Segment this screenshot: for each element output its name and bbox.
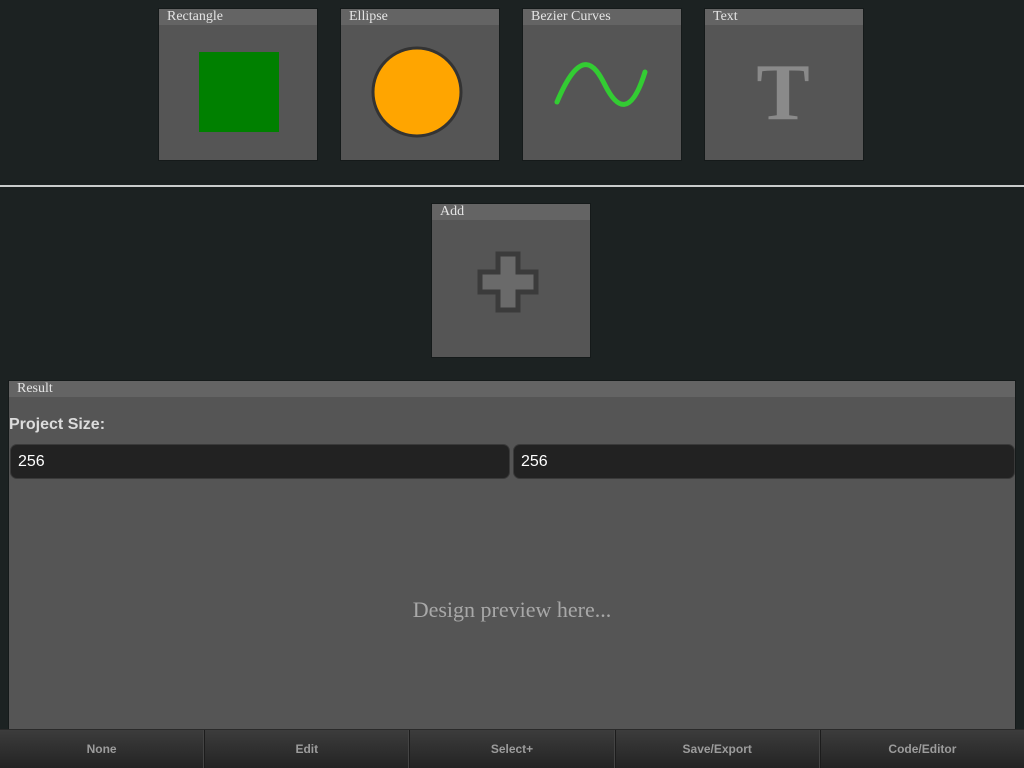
text-tool-label: Text	[705, 9, 863, 25]
text-tool[interactable]: Text T	[704, 8, 864, 161]
rectangle-icon	[199, 52, 279, 132]
result-panel: Result Project Size: Design preview here…	[8, 380, 1016, 730]
text-icon: T	[756, 49, 809, 137]
text-glyph: T	[756, 49, 809, 137]
bezier-tool-label: Bezier Curves	[523, 9, 681, 25]
ellipse-icon	[371, 46, 463, 138]
ellipse-tool-label: Ellipse	[341, 9, 499, 25]
design-preview-placeholder: Design preview here...	[412, 597, 612, 622]
bezier-tool-preview	[523, 25, 681, 160]
rectangle-shape	[199, 52, 279, 132]
bezier-curve-icon	[554, 62, 648, 107]
add-button[interactable]: Add	[431, 203, 591, 358]
rectangle-tool-preview	[159, 25, 317, 160]
ellipse-shape	[371, 46, 463, 138]
text-tool-preview: T	[705, 25, 863, 160]
code-editor-button[interactable]: Code/Editor	[819, 730, 1024, 768]
project-height-input[interactable]	[513, 444, 1015, 479]
app-root: Rectangle Ellipse Bezier Curves Text T A…	[0, 0, 1024, 768]
ellipse-tool-preview	[341, 25, 499, 160]
add-button-preview	[432, 220, 590, 357]
none-mode-button[interactable]: None	[0, 730, 205, 768]
rectangle-tool[interactable]: Rectangle	[158, 8, 318, 161]
ellipse-tool[interactable]: Ellipse	[340, 8, 500, 161]
plus-shape	[477, 251, 539, 313]
bezier-curve-shape	[554, 62, 648, 107]
plus-icon	[477, 251, 539, 313]
project-size-label: Project Size:	[9, 416, 106, 433]
project-width-input[interactable]	[10, 444, 510, 479]
edit-mode-button[interactable]: Edit	[204, 730, 410, 768]
add-button-label: Add	[432, 204, 590, 220]
select-plus-mode-button[interactable]: Select+	[409, 730, 615, 768]
bottom-toolbar: None Edit Select+ Save/Export Code/Edito…	[0, 729, 1024, 768]
result-title: Result	[9, 381, 1015, 397]
bezier-tool[interactable]: Bezier Curves	[522, 8, 682, 161]
save-export-button[interactable]: Save/Export	[614, 730, 820, 768]
rectangle-tool-label: Rectangle	[159, 9, 317, 25]
section-divider	[0, 185, 1024, 187]
